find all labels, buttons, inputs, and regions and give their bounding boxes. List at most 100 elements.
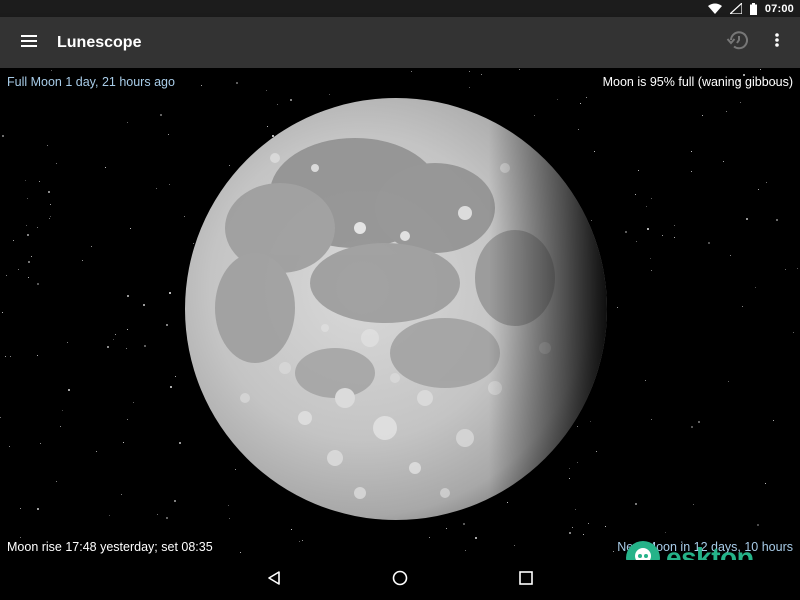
star <box>50 204 51 205</box>
star <box>645 380 646 381</box>
star <box>5 356 6 357</box>
star <box>588 523 589 524</box>
star <box>662 235 663 236</box>
star <box>746 218 748 220</box>
star <box>638 170 639 171</box>
star <box>240 552 241 553</box>
star <box>169 184 170 185</box>
star <box>411 71 412 72</box>
star <box>56 163 57 164</box>
star <box>37 227 38 228</box>
star <box>702 115 703 116</box>
star <box>113 339 114 340</box>
star <box>127 295 129 297</box>
star <box>646 206 647 207</box>
star <box>760 69 761 70</box>
star <box>569 532 571 534</box>
star <box>51 70 52 71</box>
star <box>514 545 515 546</box>
star <box>723 161 724 162</box>
star <box>144 345 146 347</box>
history-button[interactable] <box>717 17 757 68</box>
signal-icon <box>729 3 742 14</box>
star <box>18 269 19 270</box>
overflow-menu-button[interactable] <box>757 17 797 68</box>
star <box>708 242 710 244</box>
star <box>793 332 794 333</box>
star <box>650 258 651 259</box>
star <box>691 151 692 152</box>
star <box>96 451 97 452</box>
wifi-icon <box>707 3 722 14</box>
star <box>56 481 57 482</box>
star <box>651 198 652 199</box>
star <box>481 74 482 75</box>
star <box>91 246 92 247</box>
star <box>665 532 666 533</box>
star <box>797 268 798 269</box>
star <box>740 102 741 103</box>
star <box>465 550 466 551</box>
star <box>28 261 30 263</box>
star <box>49 218 50 219</box>
star <box>6 275 7 276</box>
star <box>109 515 110 516</box>
star <box>742 306 743 307</box>
moon-phase-text: Moon is 95% full (waning gibbous) <box>602 75 793 89</box>
star <box>636 241 637 242</box>
star <box>168 134 169 135</box>
recents-square-icon <box>519 570 533 590</box>
star <box>429 537 430 538</box>
star <box>10 356 11 357</box>
star <box>121 494 122 495</box>
star <box>647 228 649 230</box>
star <box>174 500 176 502</box>
star <box>299 541 300 542</box>
star <box>166 517 168 519</box>
star <box>130 228 131 229</box>
star <box>67 342 68 343</box>
star <box>475 537 477 539</box>
star <box>170 386 172 388</box>
star <box>785 269 786 270</box>
star <box>776 219 778 221</box>
menu-button[interactable] <box>0 17 57 68</box>
star <box>605 526 606 527</box>
navigation-bar <box>0 560 800 600</box>
star <box>698 421 700 423</box>
recents-button[interactable] <box>463 560 589 600</box>
back-button[interactable] <box>211 560 337 600</box>
star <box>635 194 636 195</box>
star <box>179 442 181 444</box>
star <box>757 524 759 526</box>
star <box>82 260 83 261</box>
star <box>50 216 51 217</box>
star <box>26 225 27 226</box>
star <box>266 90 267 91</box>
star <box>107 346 109 348</box>
star <box>13 240 14 241</box>
star <box>105 167 106 168</box>
star <box>0 417 1 418</box>
star <box>166 324 168 326</box>
hamburger-menu-icon <box>20 34 37 52</box>
status-bar: 07:00 <box>0 0 800 17</box>
star <box>674 225 675 226</box>
home-circle-icon <box>392 570 408 591</box>
star <box>60 426 61 427</box>
moon-image[interactable] <box>185 98 607 520</box>
star <box>48 191 50 193</box>
star <box>758 189 759 190</box>
star <box>302 540 303 541</box>
star <box>115 334 116 335</box>
back-triangle-icon <box>268 570 280 590</box>
star <box>143 304 145 306</box>
star <box>613 551 614 552</box>
star <box>765 483 766 484</box>
star <box>20 537 21 538</box>
star <box>160 114 162 116</box>
star <box>37 283 39 285</box>
star <box>463 523 465 525</box>
home-button[interactable] <box>337 560 463 600</box>
star <box>27 198 28 199</box>
